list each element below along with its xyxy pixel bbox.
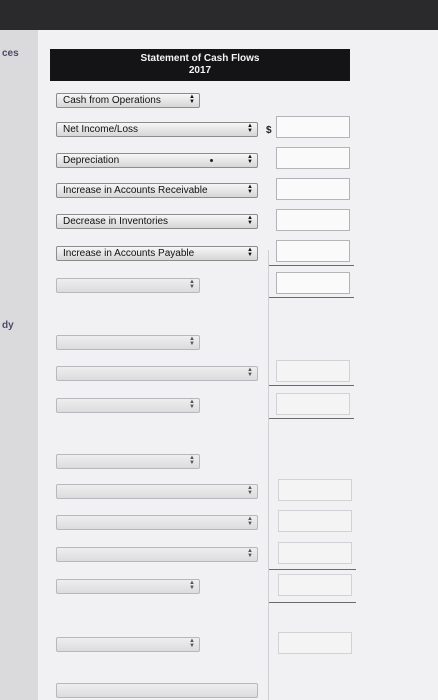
line-item-dropdown[interactable]: Net Income/Loss ▲ ▼ (56, 122, 258, 137)
browser-top-bar (0, 0, 438, 30)
select-arrows-icon: ▲ ▼ (247, 247, 253, 258)
select-arrows-icon: ▲ ▼ (189, 336, 195, 347)
select-arrows-icon: ▲ ▼ (189, 399, 195, 410)
select-arrows-icon: ▲ ▼ (247, 516, 253, 527)
select-arrows-icon: ▲ ▼ (247, 215, 253, 226)
line-item-dropdown[interactable]: Decrease in Inventories ▲ ▼ (56, 214, 258, 229)
statement-title: Statement of Cash Flows (140, 53, 260, 64)
amount-input[interactable] (276, 393, 350, 415)
total-line (268, 418, 354, 419)
subtotal-line (268, 265, 354, 266)
amount-input[interactable] (278, 542, 352, 564)
dropdown-label: Increase in Accounts Payable (63, 248, 195, 259)
line-item-dropdown[interactable] (56, 683, 258, 698)
select-arrows-icon: ▲ ▼ (189, 638, 195, 649)
total-line (268, 602, 356, 603)
dropdown-label: Net Income/Loss (63, 124, 139, 135)
line-item-dropdown[interactable]: Increase in Accounts Payable ▲ ▼ (56, 246, 258, 261)
line-item-dropdown[interactable]: Depreciation ▲ ▼ (56, 153, 258, 168)
line-item-dropdown[interactable]: ▲ ▼ (56, 579, 200, 594)
section-dropdown[interactable]: Cash from Operations ▲ ▼ (56, 93, 200, 108)
dropdown-label: Decrease in Inventories (63, 216, 169, 227)
currency-symbol: $ (266, 125, 272, 136)
amount-input[interactable] (278, 479, 352, 501)
amount-input[interactable] (278, 632, 352, 654)
amount-input[interactable] (276, 209, 350, 231)
select-arrows-icon: ▲ ▼ (247, 184, 253, 195)
amount-input[interactable] (276, 272, 350, 294)
amount-input[interactable] (276, 116, 350, 138)
amount-input[interactable] (276, 360, 350, 382)
statement-year: 2017 (188, 65, 212, 76)
line-item-dropdown[interactable]: Increase in Accounts Receivable ▲ ▼ (56, 183, 258, 198)
total-line (268, 297, 354, 298)
dropdown-label: Depreciation (63, 155, 120, 166)
select-arrows-icon: ▲ ▼ (189, 94, 195, 105)
left-side-panel: ces dy (0, 30, 39, 700)
select-arrows-icon: ▲ ▼ (247, 367, 253, 378)
dropdown-label: Cash from Operations (63, 95, 161, 106)
dropdown-label: Increase in Accounts Receivable (63, 185, 208, 196)
side-fragment-mid: dy (2, 320, 14, 331)
line-item-dropdown[interactable]: ▲ ▼ (56, 547, 258, 562)
subtotal-line (268, 385, 354, 386)
statement-header: Statement of Cash Flows 2017 (50, 49, 350, 81)
select-arrows-icon: ▲ ▼ (247, 485, 253, 496)
amount-input[interactable] (276, 178, 350, 200)
line-item-dropdown[interactable]: ▲ ▼ (56, 515, 258, 530)
select-arrows-icon: ▲ ▼ (189, 455, 195, 466)
select-arrows-icon: ▲ ▼ (247, 123, 253, 134)
amount-input[interactable] (276, 240, 350, 262)
cursor-dot-icon (210, 159, 213, 162)
subtotal-line (268, 569, 356, 570)
side-fragment-top: ces (2, 48, 19, 59)
select-arrows-icon: ▲ ▼ (247, 548, 253, 559)
select-arrows-icon: ▲ ▼ (189, 580, 195, 591)
amount-input[interactable] (276, 147, 350, 169)
line-item-dropdown[interactable]: ▲ ▼ (56, 637, 200, 652)
line-item-dropdown[interactable]: ▲ ▼ (56, 454, 200, 469)
line-item-dropdown[interactable]: ▲ ▼ (56, 278, 200, 293)
select-arrows-icon: ▲ ▼ (247, 154, 253, 165)
line-item-dropdown[interactable]: ▲ ▼ (56, 398, 200, 413)
select-arrows-icon: ▲ ▼ (189, 279, 195, 290)
line-item-dropdown[interactable]: ▲ ▼ (56, 335, 200, 350)
column-guide (268, 250, 269, 700)
amount-input[interactable] (278, 574, 352, 596)
line-item-dropdown[interactable]: ▲ ▼ (56, 484, 258, 499)
amount-input[interactable] (278, 510, 352, 532)
line-item-dropdown[interactable]: ▲ ▼ (56, 366, 258, 381)
